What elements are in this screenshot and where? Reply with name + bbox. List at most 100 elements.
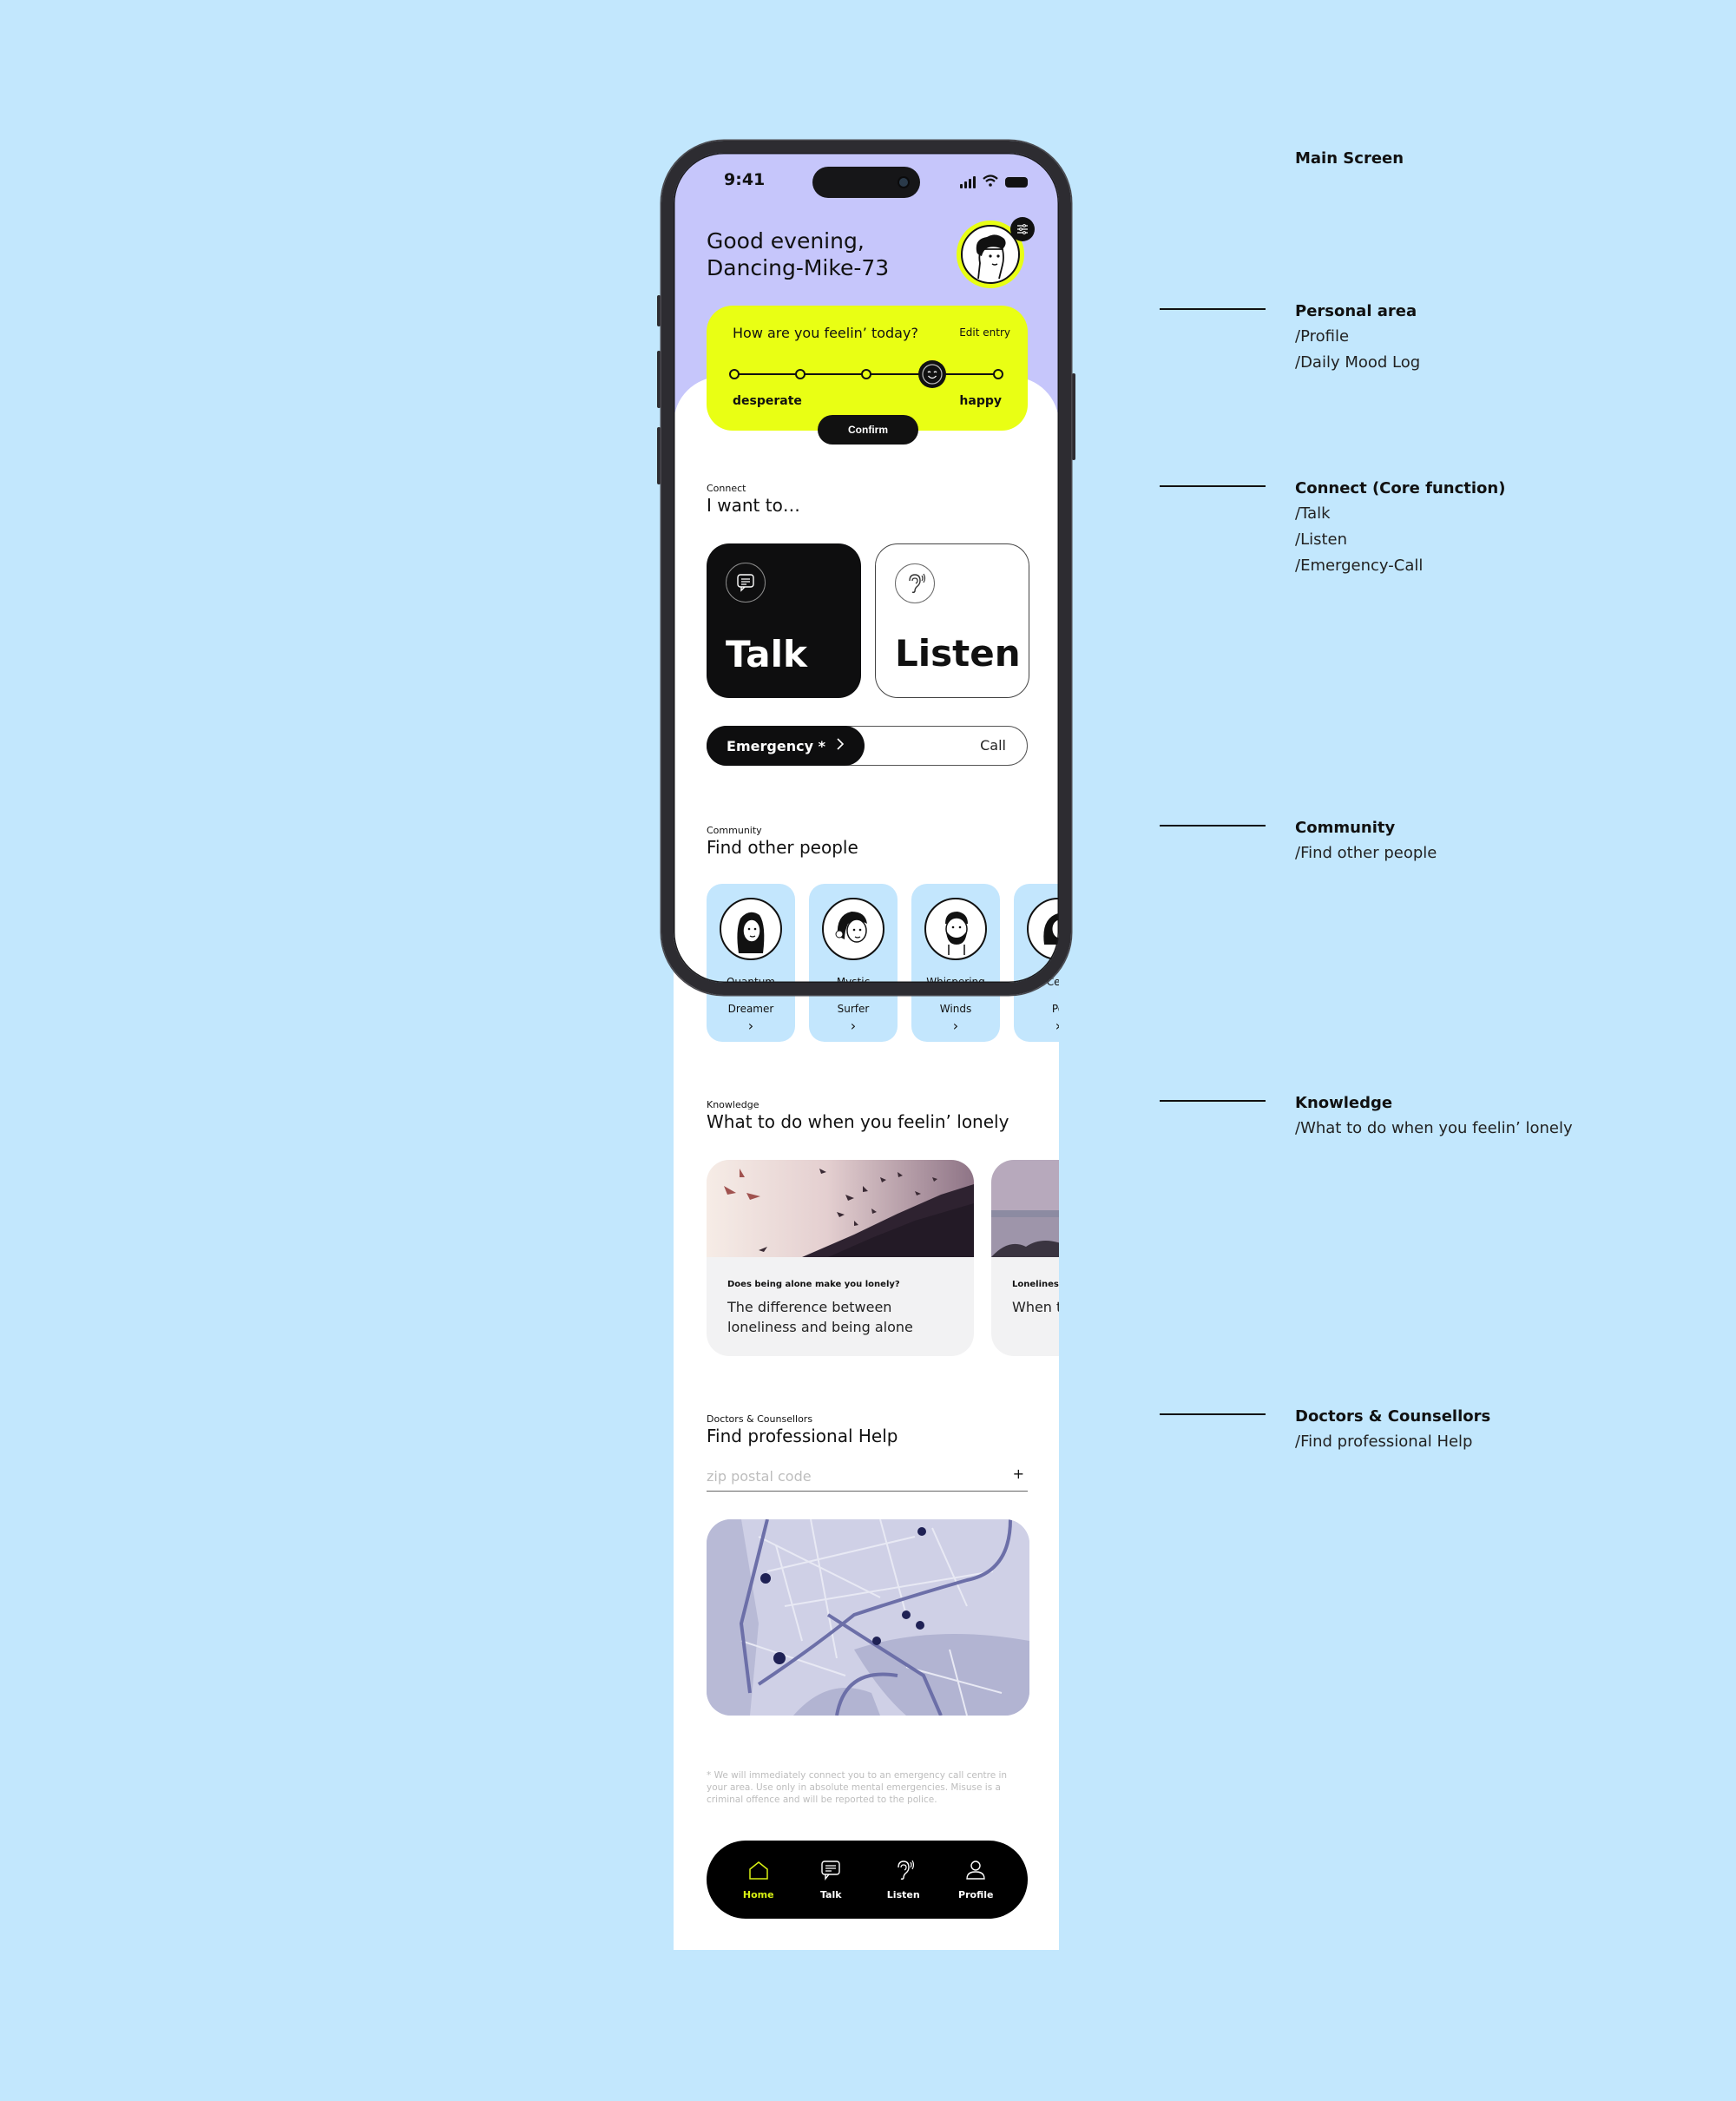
person-avatar <box>822 898 884 960</box>
map-view[interactable] <box>707 1519 1029 1716</box>
annotation-title: Main Screen <box>1295 149 1404 168</box>
annotation-doctors: Doctors & Counsellors /Find professional… <box>1295 1407 1490 1452</box>
annotation-main-screen: Main Screen <box>1295 149 1404 168</box>
add-zip-button[interactable]: + <box>1013 1465 1024 1482</box>
article-title: When t your life <box>1012 1299 1059 1315</box>
chevron-right-icon: › <box>1055 1018 1059 1034</box>
greeting: Good evening, Dancing-Mike-73 <box>707 227 889 281</box>
corner-mask <box>674 141 726 193</box>
annotation-title: Connect (Core function) <box>1295 479 1506 497</box>
doctors-title: Find professional Help <box>707 1426 898 1446</box>
volume-up-button <box>657 351 661 408</box>
home-icon <box>747 1860 770 1884</box>
zip-input[interactable] <box>707 1464 984 1488</box>
dynamic-island <box>812 167 920 198</box>
chevron-right-icon: › <box>952 1018 959 1034</box>
listen-button[interactable]: Listen <box>875 543 1029 698</box>
sliders-icon <box>1016 221 1029 238</box>
annotation-item: /Daily Mood Log <box>1295 353 1421 372</box>
mood-step[interactable] <box>861 369 871 379</box>
person-avatar <box>1027 898 1059 960</box>
confirm-button[interactable]: Confirm <box>818 415 918 445</box>
emergency-label: Emergency * <box>727 737 825 754</box>
annotation-item: /Emergency-Call <box>1295 557 1424 575</box>
emergency-slider-handle[interactable]: Emergency * <box>707 726 865 766</box>
annotation-community: Community /Find other people <box>1295 819 1437 863</box>
status-time: 9:41 <box>724 170 766 189</box>
annotation-item: /Talk <box>1295 504 1331 523</box>
knowledge-title: What to do when you feelin’ lonely <box>707 1111 1009 1132</box>
power-button <box>1072 373 1075 460</box>
emergency-call-slider[interactable]: Emergency * Call <box>707 726 1028 766</box>
article-card[interactable]: Does being alone make you lonely? The di… <box>707 1160 974 1356</box>
volume-down-button <box>657 427 661 484</box>
camera-icon <box>898 176 910 188</box>
annotation-knowledge: Knowledge /What to do when you feelin’ l… <box>1295 1094 1573 1138</box>
person-name-line1: Mystic <box>836 976 871 988</box>
mood-low-label: desperate <box>733 394 802 408</box>
doctors-kicker: Doctors & Counsellors <box>707 1413 813 1425</box>
community-kicker: Community <box>707 825 762 836</box>
tab-home[interactable]: Home <box>728 1860 789 1900</box>
person-name-line2: Surfer <box>837 1003 870 1015</box>
person-name: Mystic Surfer <box>837 969 870 1023</box>
mood-step[interactable] <box>993 369 1003 379</box>
connect-kicker: Connect <box>707 483 746 494</box>
person-card[interactable]: Cele Po › <box>1014 884 1059 1042</box>
tab-label: Profile <box>958 1888 994 1900</box>
person-avatar <box>720 898 782 960</box>
zip-field[interactable]: + <box>707 1464 1028 1492</box>
person-name-line1: Whispering <box>926 976 985 988</box>
annotation-title: Personal area <box>1295 302 1417 320</box>
article-kicker: Loneliness <box>1012 1280 1059 1289</box>
annotation-connector <box>1160 485 1266 487</box>
tab-listen[interactable]: Listen <box>873 1860 934 1900</box>
settings-button[interactable] <box>1010 217 1035 241</box>
annotation-connector <box>1160 1100 1266 1102</box>
mood-step[interactable] <box>795 369 806 379</box>
corner-mask <box>1007 141 1059 193</box>
ear-icon <box>892 1860 915 1884</box>
tab-profile[interactable]: Profile <box>945 1860 1006 1900</box>
chevron-right-icon: › <box>850 1018 857 1034</box>
username: Dancing-Mike-73 <box>707 255 890 280</box>
person-card[interactable]: Mystic Surfer › <box>809 884 898 1042</box>
knowledge-kicker: Knowledge <box>707 1099 760 1110</box>
chat-icon <box>726 563 766 603</box>
call-label: Call <box>980 737 1006 754</box>
chevron-right-icon: › <box>747 1018 754 1034</box>
emergency-disclaimer: * We will immediately connect you to an … <box>707 1770 1008 1805</box>
annotation-item: /Profile <box>1295 327 1350 346</box>
article-kicker: Does being alone make you lonely? <box>727 1280 900 1289</box>
annotation-personal-area: Personal area /Profile /Daily Mood Log <box>1295 302 1420 372</box>
annotation-connector <box>1160 1413 1266 1415</box>
people-carousel[interactable]: Quantum Dreamer › Mystic Surfer › Whispe… <box>707 884 1059 1042</box>
person-card[interactable]: Quantum Dreamer › <box>707 884 795 1042</box>
mood-selected-smiley-icon[interactable] <box>918 360 946 388</box>
person-name-line2: Po <box>1051 1003 1059 1015</box>
greeting-line-1: Good evening, <box>707 228 865 254</box>
edit-entry-link[interactable]: Edit entry <box>959 326 1010 339</box>
mood-step[interactable] <box>729 369 740 379</box>
tab-label: Home <box>742 1888 774 1900</box>
app-screen: 9:41 Good evening, Dancing-Mike-73 How a… <box>674 153 1059 1950</box>
article-card[interactable]: Loneliness When t your life <box>991 1160 1059 1356</box>
bottom-tab-bar: Home Talk Listen Profile <box>707 1841 1028 1919</box>
tab-talk[interactable]: Talk <box>800 1860 861 1900</box>
article-image-beach <box>991 1160 1059 1257</box>
mood-slider[interactable] <box>729 360 1003 388</box>
annotation-connector <box>1160 825 1266 827</box>
annotation-connect: Connect (Core function) /Talk /Listen /E… <box>1295 479 1505 576</box>
person-card[interactable]: Whispering Winds › <box>911 884 1000 1042</box>
person-name-line2: Dreamer <box>727 1003 774 1015</box>
wifi-icon <box>983 174 998 190</box>
person-name: Quantum Dreamer <box>727 969 775 1023</box>
person-name-line1: Cele <box>1046 976 1059 988</box>
connect-title: I want to… <box>707 495 800 516</box>
annotation-item: /Find professional Help <box>1295 1432 1473 1451</box>
talk-button[interactable]: Talk <box>707 543 861 698</box>
person-name: Whispering Winds <box>926 969 985 1023</box>
annotation-connector <box>1160 308 1266 310</box>
annotation-item: /Listen <box>1295 530 1348 549</box>
person-avatar <box>924 898 987 960</box>
